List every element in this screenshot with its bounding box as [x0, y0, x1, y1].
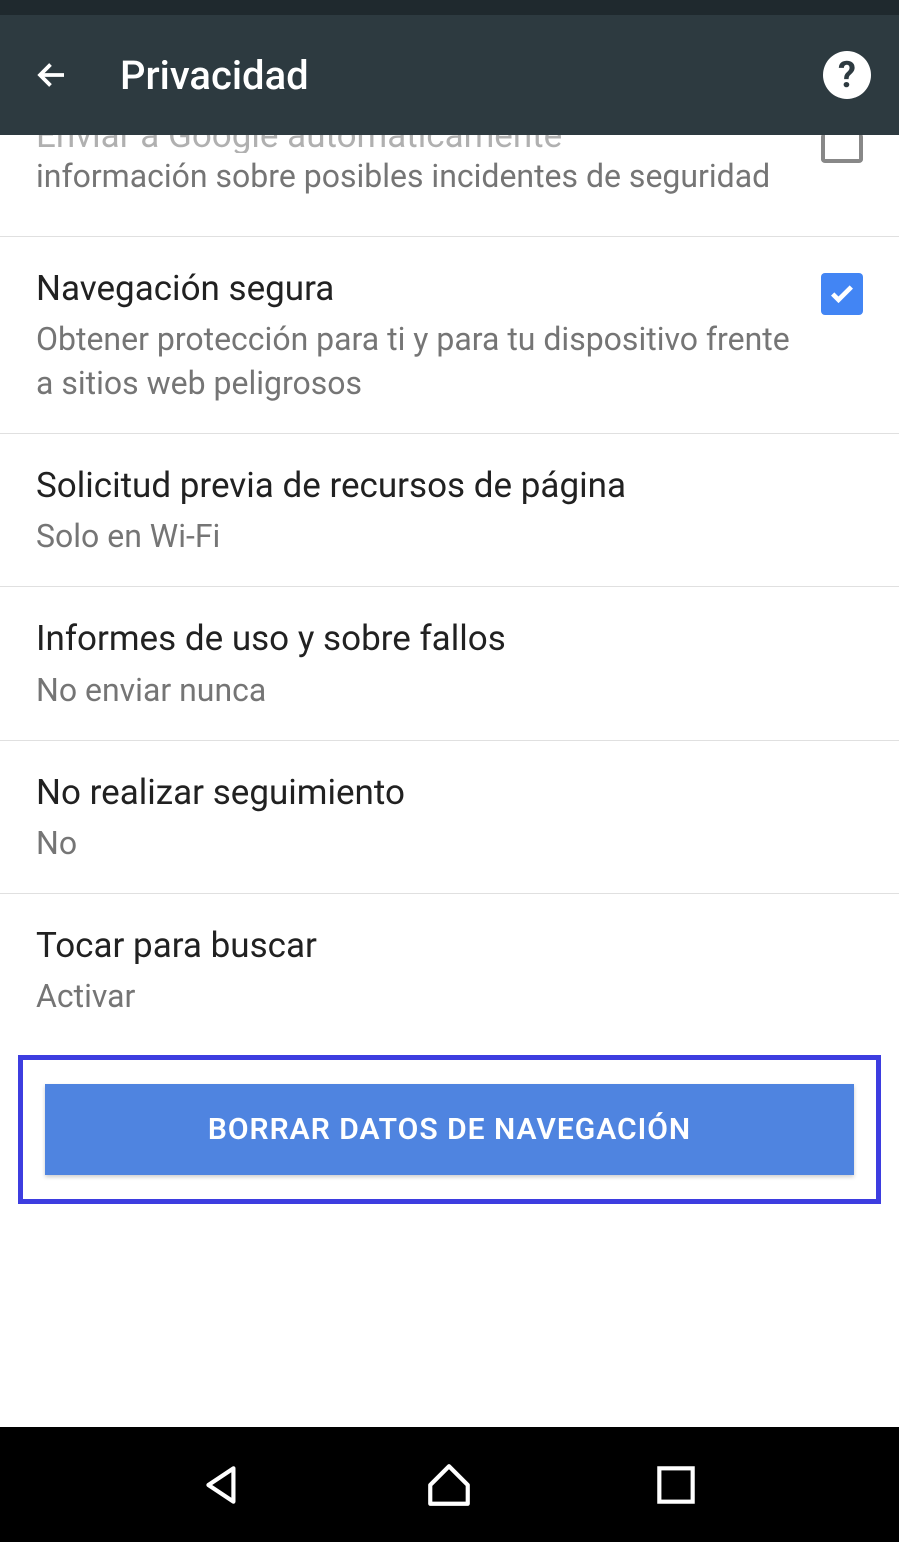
setting-subtitle: No — [36, 822, 863, 865]
setting-text: Informes de uso y sobre fallos No enviar… — [36, 615, 863, 711]
clear-data-highlight: BORRAR DATOS DE NAVEGACIÓN — [18, 1055, 881, 1204]
setting-subtitle: Obtener protección para ti y para tu dis… — [36, 318, 791, 404]
setting-prefetch[interactable]: Solicitud previa de recursos de página S… — [0, 434, 899, 587]
back-arrow-icon — [34, 57, 70, 93]
checkbox-unchecked-icon[interactable] — [821, 135, 863, 163]
nav-back-button[interactable] — [193, 1455, 253, 1515]
checkbox-wrap — [821, 135, 863, 163]
setting-title: Solicitud previa de recursos de página — [36, 462, 863, 509]
checkbox-wrap — [821, 265, 863, 315]
setting-subtitle: Activar — [36, 975, 863, 1018]
status-bar — [0, 0, 899, 15]
setting-title: Tocar para buscar — [36, 922, 863, 969]
setting-subtitle: información sobre posibles incidentes de… — [36, 155, 791, 198]
setting-usage-reports[interactable]: Informes de uso y sobre fallos No enviar… — [0, 587, 899, 740]
setting-do-not-track[interactable]: No realizar seguimiento No — [0, 741, 899, 894]
setting-text: Navegación segura Obtener protección par… — [36, 265, 791, 405]
setting-tap-to-search[interactable]: Tocar para buscar Activar — [0, 894, 899, 1046]
setting-title-partial: Enviar a Google automáticamente — [36, 135, 791, 153]
clear-browsing-data-button[interactable]: BORRAR DATOS DE NAVEGACIÓN — [45, 1084, 854, 1175]
checkmark-icon — [828, 280, 856, 308]
setting-text: Tocar para buscar Activar — [36, 922, 863, 1018]
nav-recent-button[interactable] — [646, 1455, 706, 1515]
home-icon — [424, 1460, 474, 1510]
app-bar: Privacidad ? — [0, 15, 899, 135]
help-icon: ? — [838, 54, 856, 96]
triangle-back-icon — [198, 1460, 248, 1510]
setting-subtitle: No enviar nunca — [36, 669, 863, 712]
setting-text: Solicitud previa de recursos de página S… — [36, 462, 863, 558]
nav-home-button[interactable] — [419, 1455, 479, 1515]
checkbox-checked-icon[interactable] — [821, 273, 863, 315]
settings-list: Enviar a Google automáticamente informac… — [0, 135, 899, 1427]
setting-text: No realizar seguimiento No — [36, 769, 863, 865]
navigation-bar — [0, 1427, 899, 1542]
setting-safe-browsing[interactable]: Navegación segura Obtener protección par… — [0, 237, 899, 434]
setting-title: No realizar seguimiento — [36, 769, 863, 816]
setting-safe-browsing-reports[interactable]: Enviar a Google automáticamente informac… — [0, 135, 899, 237]
setting-subtitle: Solo en Wi-Fi — [36, 515, 863, 558]
setting-title: Navegación segura — [36, 265, 791, 312]
page-title: Privacidad — [120, 52, 823, 99]
back-button[interactable] — [28, 51, 76, 99]
setting-title: Informes de uso y sobre fallos — [36, 615, 863, 662]
square-recent-icon — [651, 1460, 701, 1510]
help-button[interactable]: ? — [823, 51, 871, 99]
setting-text: Enviar a Google automáticamente informac… — [36, 135, 791, 198]
